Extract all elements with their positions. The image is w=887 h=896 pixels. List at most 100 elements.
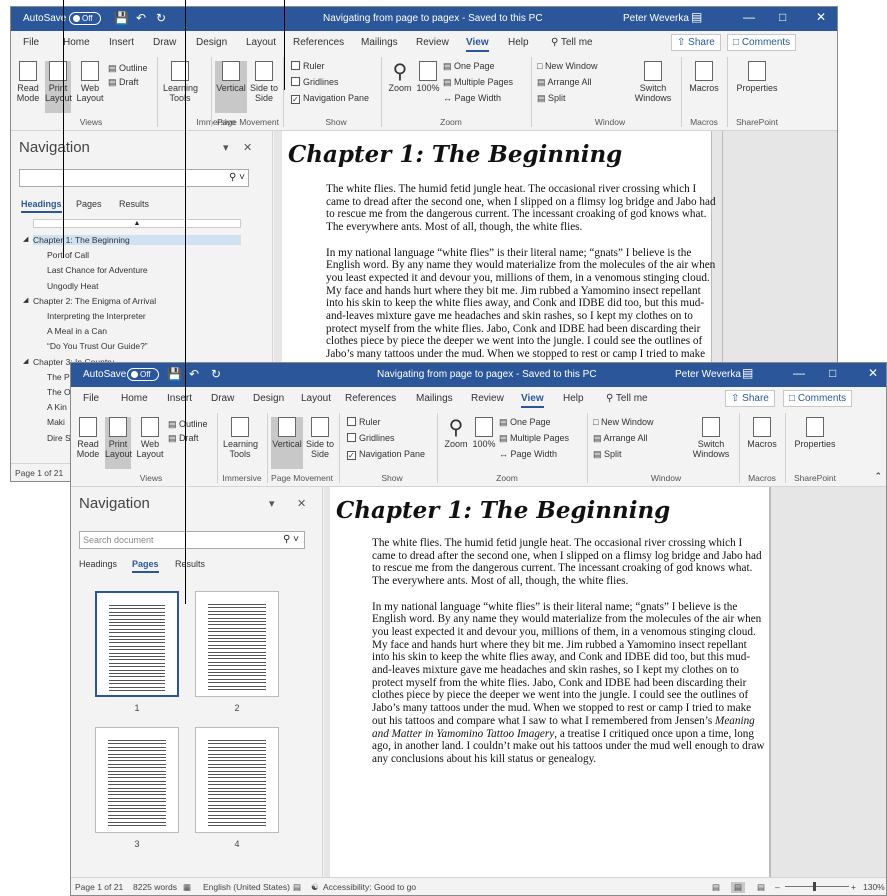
user-name[interactable]: Peter Weverka: [675, 369, 741, 380]
heading-item[interactable]: A Meal in a Can: [47, 326, 107, 336]
tab-home[interactable]: Home: [121, 393, 148, 404]
heading-item[interactable]: Chapter 1: The Beginning: [33, 235, 241, 245]
arrange-all-button[interactable]: ▤ Arrange All: [593, 433, 648, 444]
tab-design[interactable]: Design: [196, 37, 227, 48]
draft-button[interactable]: ▤ Draft: [168, 433, 199, 444]
print-layout-view-icon[interactable]: ▤: [731, 882, 746, 893]
pane-options-icon[interactable]: ▾: [269, 497, 275, 510]
minimize-icon[interactable]: —: [793, 366, 805, 380]
heading-item[interactable]: Port of Call: [47, 250, 89, 260]
tab-help[interactable]: Help: [563, 393, 584, 404]
redo-icon[interactable]: ↻: [156, 11, 166, 25]
vertical-button[interactable]: Vertical: [271, 417, 303, 469]
heading-item[interactable]: “Do You Trust Our Guide?”: [47, 341, 148, 351]
zoom-button[interactable]: ⚲ Zoom: [443, 417, 469, 449]
undo-icon[interactable]: ↶: [136, 11, 146, 25]
zoom-100-button[interactable]: 100%: [416, 61, 440, 93]
page-width-button[interactable]: ↔ Page Width: [499, 449, 557, 459]
tab-pages[interactable]: Pages: [76, 199, 102, 209]
learning-tools-button[interactable]: Learning Tools: [163, 61, 198, 103]
collapse-arrow-icon[interactable]: ◢: [23, 296, 28, 304]
properties-button[interactable]: Properties: [733, 61, 781, 93]
new-window-button[interactable]: □ New Window: [537, 61, 597, 71]
ruler-checkbox[interactable]: Ruler: [347, 417, 381, 427]
tab-home[interactable]: Home: [63, 37, 90, 48]
arrange-all-button[interactable]: ▤ Arrange All: [537, 77, 592, 88]
page-width-button[interactable]: ↔ Page Width: [443, 93, 501, 103]
tab-insert[interactable]: Insert: [109, 37, 134, 48]
new-window-button[interactable]: □ New Window: [593, 417, 653, 427]
search-document-input[interactable]: Search document: [79, 531, 305, 549]
multiple-pages-button[interactable]: ▤ Multiple Pages: [443, 77, 513, 88]
tab-draw[interactable]: Draw: [211, 393, 234, 404]
redo-icon[interactable]: ↻: [211, 367, 221, 381]
side-to-side-button[interactable]: Side to Side: [249, 61, 279, 103]
tell-me-search[interactable]: ⚲ Tell me: [551, 37, 593, 48]
comments-button[interactable]: □ Comments: [783, 390, 853, 407]
focus-icon[interactable]: ▤: [293, 882, 301, 893]
language[interactable]: English (United States): [203, 882, 290, 892]
search-icon[interactable]: ⚲ ˅: [229, 172, 245, 183]
outline-button[interactable]: ▤ Outline: [108, 63, 148, 74]
read-mode-button[interactable]: Read Mode: [15, 61, 41, 103]
search-document-input[interactable]: [19, 169, 249, 187]
user-name[interactable]: Peter Weverka: [623, 13, 689, 24]
tab-headings[interactable]: Headings: [79, 559, 117, 569]
undo-icon[interactable]: ↶: [189, 367, 199, 381]
gridlines-checkbox[interactable]: Gridlines: [347, 433, 395, 443]
save-icon[interactable]: 💾: [167, 367, 182, 381]
tab-view[interactable]: View: [466, 37, 489, 52]
navigation-pane-checkbox[interactable]: ✓ Navigation Pane: [347, 449, 425, 460]
macros-button[interactable]: Macros: [745, 417, 779, 449]
maximize-icon[interactable]: □: [829, 366, 836, 380]
properties-button[interactable]: Properties: [791, 417, 839, 449]
page-count[interactable]: Page 1 of 21: [75, 882, 123, 892]
switch-windows-button[interactable]: Switch Windows: [691, 417, 731, 459]
tab-pages[interactable]: Pages: [132, 559, 159, 573]
zoom-100-button[interactable]: 100%: [472, 417, 496, 449]
print-layout-button[interactable]: Print Layout: [45, 61, 72, 113]
tab-review[interactable]: Review: [416, 37, 449, 48]
ribbon-display-icon[interactable]: ▤: [691, 10, 702, 24]
close-pane-icon[interactable]: ✕: [243, 141, 252, 154]
tab-mailings[interactable]: Mailings: [361, 37, 398, 48]
minimize-icon[interactable]: —: [743, 10, 755, 24]
tab-draw[interactable]: Draw: [153, 37, 176, 48]
accessibility-status[interactable]: Accessibility: Good to go: [323, 882, 416, 892]
tab-view[interactable]: View: [521, 393, 544, 408]
pane-options-icon[interactable]: ▾: [223, 141, 229, 154]
multiple-pages-button[interactable]: ▤ Multiple Pages: [499, 433, 569, 444]
tab-design[interactable]: Design: [253, 393, 284, 404]
collapse-arrow-icon[interactable]: ◢: [23, 357, 28, 365]
split-button[interactable]: ▤ Split: [537, 93, 566, 104]
tab-results[interactable]: Results: [119, 199, 149, 209]
one-page-button[interactable]: ▤ One Page: [443, 61, 495, 72]
heading-item[interactable]: Last Chance for Adventure: [47, 265, 148, 275]
close-icon[interactable]: ✕: [816, 10, 826, 24]
share-button[interactable]: ⇧ Share: [725, 390, 775, 407]
tab-results[interactable]: Results: [175, 559, 205, 569]
ruler-checkbox[interactable]: Ruler: [291, 61, 325, 71]
heading-item[interactable]: Chapter 2: The Enigma of Arrival: [33, 296, 156, 306]
maximize-icon[interactable]: □: [779, 10, 786, 24]
web-layout-button[interactable]: Web Layout: [75, 61, 105, 103]
page-thumbnail[interactable]: [95, 591, 179, 697]
tell-me-search[interactable]: ⚲ Tell me: [606, 393, 648, 404]
tab-references[interactable]: References: [345, 393, 396, 404]
tab-file[interactable]: File: [83, 393, 99, 404]
web-layout-button[interactable]: Web Layout: [135, 417, 165, 459]
page-thumbnail[interactable]: [195, 591, 279, 697]
side-to-side-button[interactable]: Side to Side: [305, 417, 335, 459]
tab-headings[interactable]: Headings: [21, 199, 62, 213]
share-button[interactable]: ⇧ Share: [671, 34, 721, 51]
print-layout-button[interactable]: Print Layout: [105, 417, 132, 469]
zoom-slider[interactable]: [785, 886, 849, 887]
collapse-all-bar[interactable]: ▲: [33, 219, 241, 228]
save-icon[interactable]: 💾: [114, 11, 129, 25]
read-mode-button[interactable]: Read Mode: [75, 417, 101, 459]
accessibility-icon[interactable]: ☯: [311, 882, 319, 893]
tab-review[interactable]: Review: [471, 393, 504, 404]
outline-button[interactable]: ▤ Outline: [168, 419, 208, 430]
zoom-button[interactable]: ⚲ Zoom: [387, 61, 413, 93]
read-mode-view-icon[interactable]: ▤: [712, 882, 720, 893]
